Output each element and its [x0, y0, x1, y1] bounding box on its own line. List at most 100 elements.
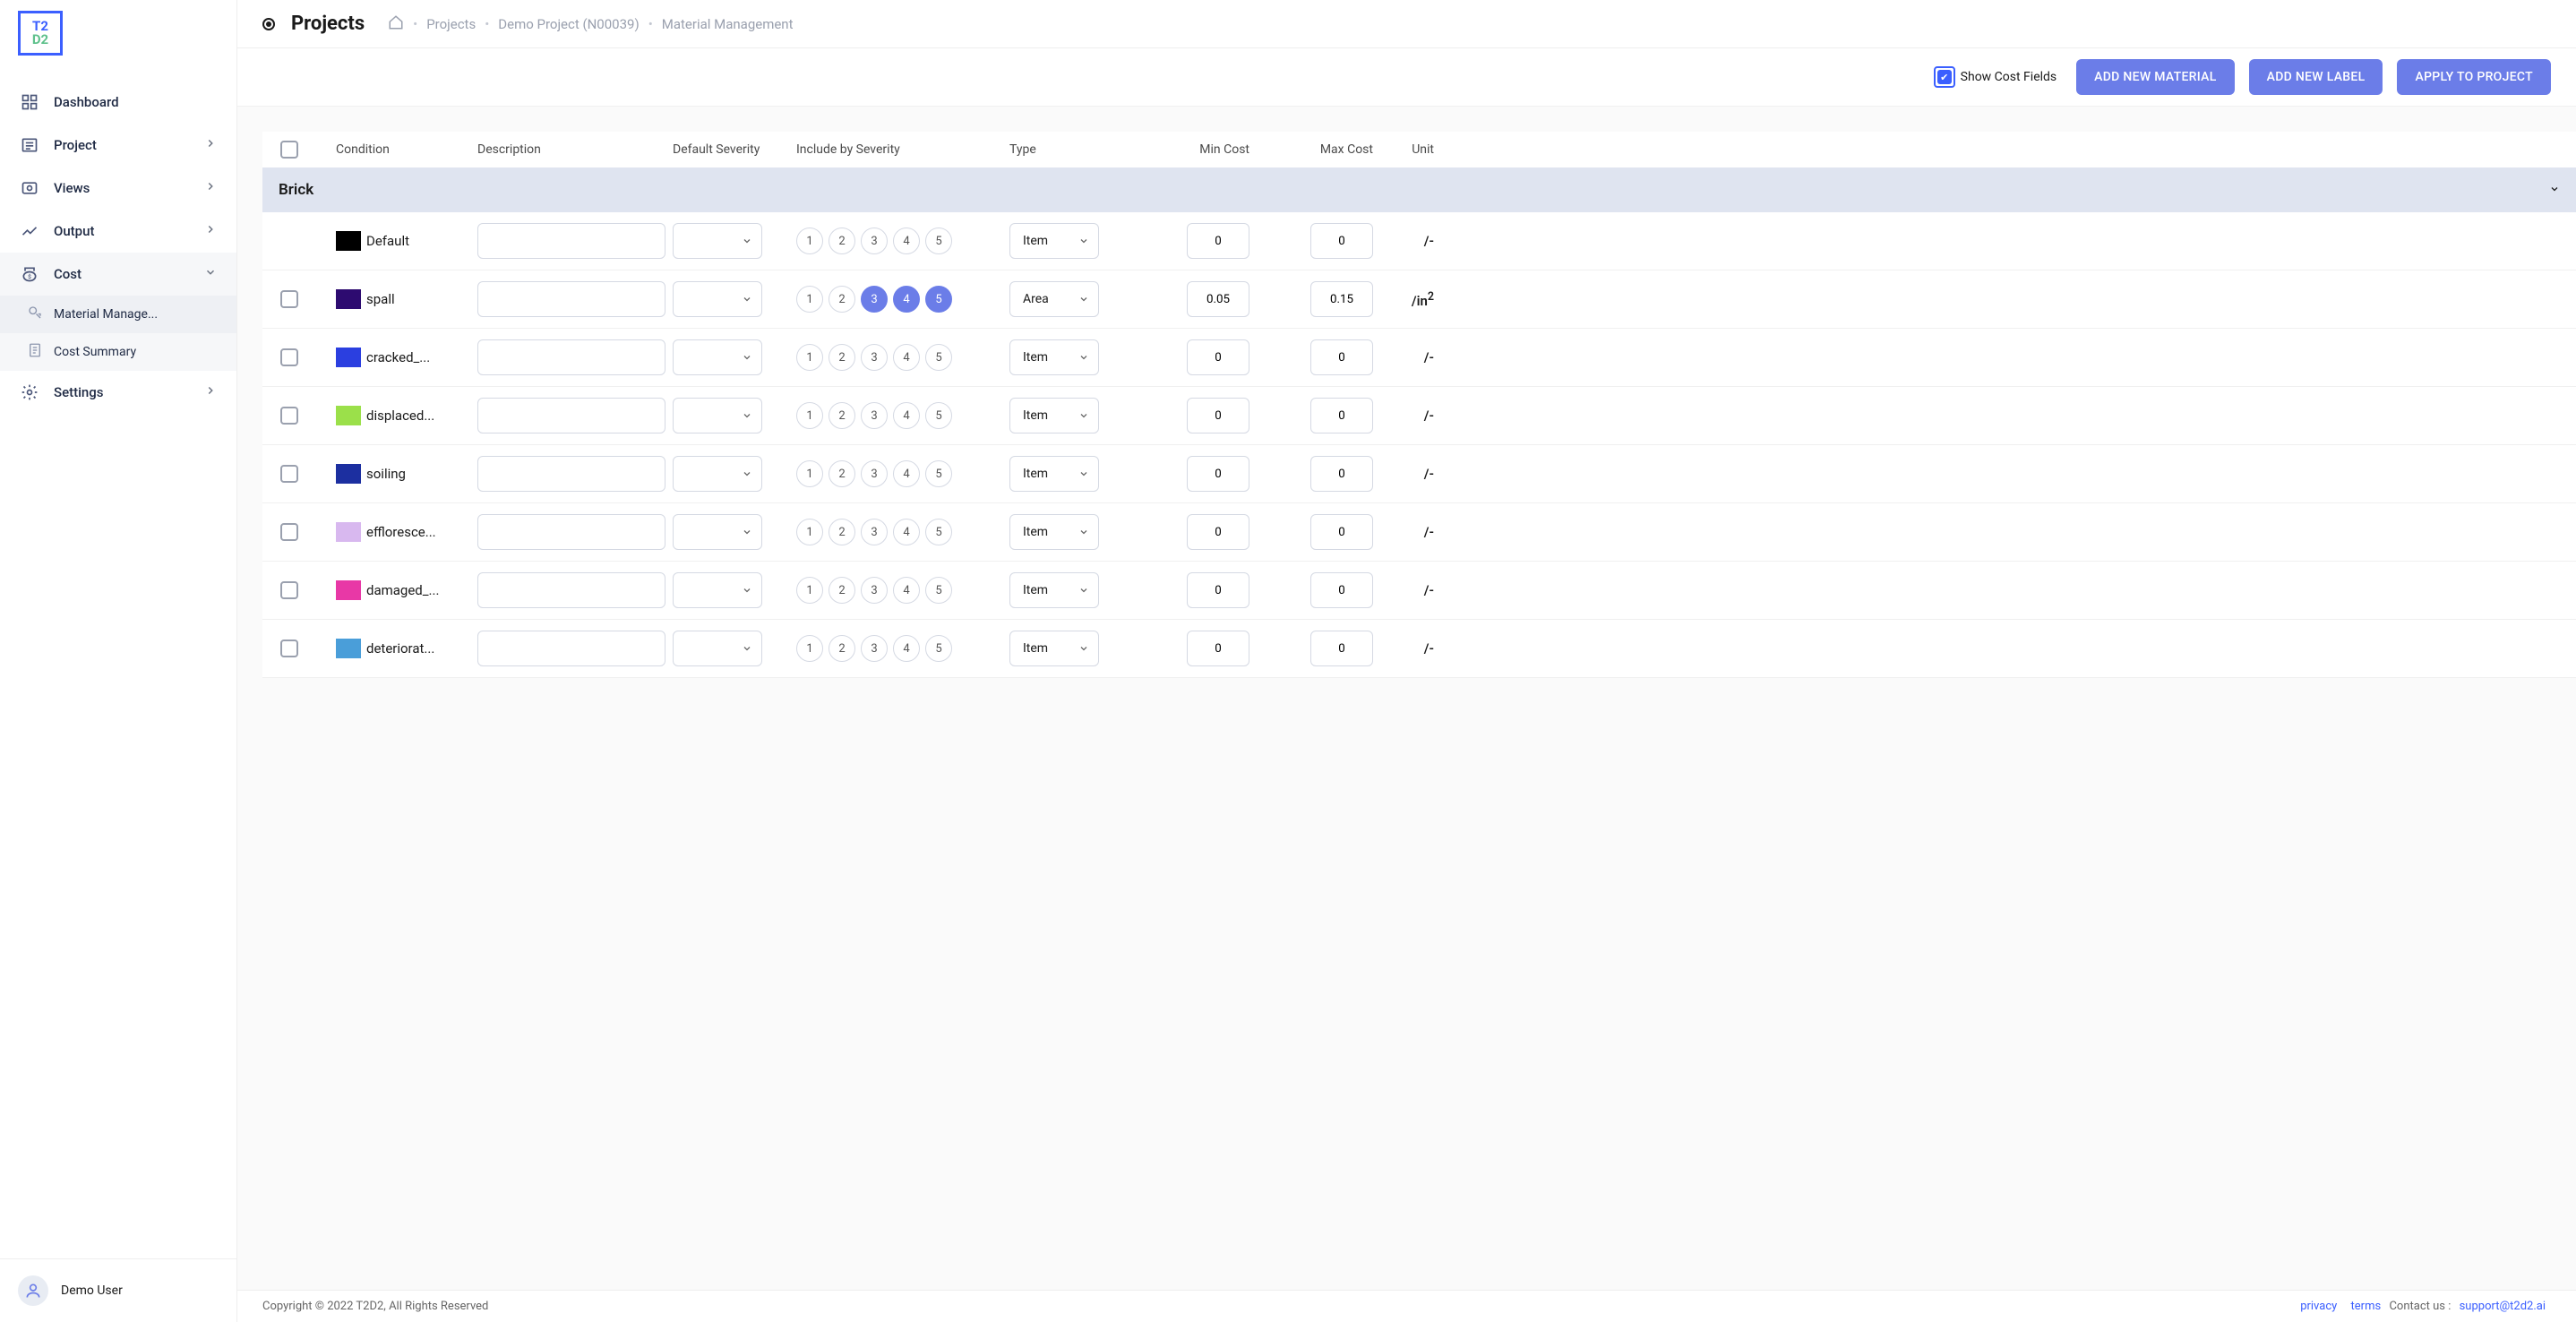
severity-pill-5[interactable]: 5 — [925, 577, 952, 604]
max-cost-input[interactable] — [1310, 514, 1373, 550]
nav-views[interactable]: Views — [0, 167, 236, 210]
severity-pill-2[interactable]: 2 — [829, 460, 855, 487]
severity-pill-5[interactable]: 5 — [925, 402, 952, 429]
min-cost-input[interactable] — [1187, 398, 1249, 434]
min-cost-input[interactable] — [1187, 339, 1249, 375]
home-icon[interactable] — [388, 14, 404, 34]
nav-cost-summary[interactable]: Cost Summary — [0, 333, 236, 371]
default-severity-select[interactable] — [673, 456, 762, 492]
add-material-button[interactable]: ADD NEW MATERIAL — [2076, 59, 2234, 95]
severity-pill-5[interactable]: 5 — [925, 286, 952, 313]
type-select[interactable]: Item — [1009, 631, 1099, 666]
min-cost-input[interactable] — [1187, 631, 1249, 666]
type-select[interactable]: Item — [1009, 339, 1099, 375]
severity-pill-2[interactable]: 2 — [829, 286, 855, 313]
severity-pill-4[interactable]: 4 — [893, 344, 920, 371]
severity-pill-2[interactable]: 2 — [829, 519, 855, 545]
crumb-demo[interactable]: Demo Project (N00039) — [498, 16, 639, 32]
description-input[interactable] — [477, 281, 665, 317]
severity-pill-3[interactable]: 3 — [861, 519, 888, 545]
type-select[interactable]: Item — [1009, 398, 1099, 434]
severity-pill-2[interactable]: 2 — [829, 344, 855, 371]
privacy-link[interactable]: privacy — [2300, 1300, 2337, 1313]
type-select[interactable]: Area — [1009, 281, 1099, 317]
add-label-button[interactable]: ADD NEW LABEL — [2249, 59, 2383, 95]
apply-button[interactable]: APPLY TO PROJECT — [2397, 59, 2551, 95]
default-severity-select[interactable] — [673, 339, 762, 375]
severity-pill-4[interactable]: 4 — [893, 286, 920, 313]
nav-material-management[interactable]: Material Manage... — [0, 296, 236, 333]
max-cost-input[interactable] — [1310, 281, 1373, 317]
severity-pill-3[interactable]: 3 — [861, 227, 888, 254]
description-input[interactable] — [477, 514, 665, 550]
min-cost-input[interactable] — [1187, 572, 1249, 608]
max-cost-input[interactable] — [1310, 398, 1373, 434]
severity-pill-5[interactable]: 5 — [925, 635, 952, 662]
row-checkbox[interactable] — [280, 348, 298, 366]
max-cost-input[interactable] — [1310, 631, 1373, 666]
max-cost-input[interactable] — [1310, 339, 1373, 375]
severity-pill-1[interactable]: 1 — [796, 402, 823, 429]
severity-pill-3[interactable]: 3 — [861, 402, 888, 429]
support-email[interactable]: support@t2d2.ai — [2460, 1300, 2546, 1313]
row-checkbox[interactable] — [280, 640, 298, 657]
severity-pill-2[interactable]: 2 — [829, 227, 855, 254]
default-severity-select[interactable] — [673, 514, 762, 550]
group-header[interactable]: Brick — [262, 167, 2576, 212]
type-select[interactable]: Item — [1009, 514, 1099, 550]
row-checkbox[interactable] — [280, 290, 298, 308]
severity-pill-5[interactable]: 5 — [925, 460, 952, 487]
severity-pill-5[interactable]: 5 — [925, 227, 952, 254]
severity-pill-1[interactable]: 1 — [796, 635, 823, 662]
max-cost-input[interactable] — [1310, 456, 1373, 492]
row-checkbox[interactable] — [280, 581, 298, 599]
severity-pill-5[interactable]: 5 — [925, 519, 952, 545]
description-input[interactable] — [477, 223, 665, 259]
severity-pill-2[interactable]: 2 — [829, 577, 855, 604]
logo[interactable]: T2 D2 — [0, 0, 236, 66]
severity-pill-2[interactable]: 2 — [829, 402, 855, 429]
row-checkbox[interactable] — [280, 465, 298, 483]
severity-pill-1[interactable]: 1 — [796, 577, 823, 604]
min-cost-input[interactable] — [1187, 456, 1249, 492]
severity-pill-1[interactable]: 1 — [796, 460, 823, 487]
terms-link[interactable]: terms — [2351, 1300, 2382, 1313]
select-all-checkbox[interactable] — [280, 141, 298, 159]
severity-pill-3[interactable]: 3 — [861, 460, 888, 487]
severity-pill-1[interactable]: 1 — [796, 344, 823, 371]
description-input[interactable] — [477, 631, 665, 666]
show-cost-toggle[interactable]: ✔ Show Cost Fields — [1934, 66, 2057, 88]
nav-output[interactable]: Output — [0, 210, 236, 253]
severity-pill-5[interactable]: 5 — [925, 344, 952, 371]
min-cost-input[interactable] — [1187, 514, 1249, 550]
description-input[interactable] — [477, 339, 665, 375]
description-input[interactable] — [477, 572, 665, 608]
severity-pill-1[interactable]: 1 — [796, 227, 823, 254]
nav-cost[interactable]: $ Cost — [0, 253, 236, 296]
severity-pill-4[interactable]: 4 — [893, 635, 920, 662]
severity-pill-2[interactable]: 2 — [829, 635, 855, 662]
default-severity-select[interactable] — [673, 281, 762, 317]
row-checkbox[interactable] — [280, 523, 298, 541]
severity-pill-1[interactable]: 1 — [796, 519, 823, 545]
severity-pill-4[interactable]: 4 — [893, 577, 920, 604]
severity-pill-3[interactable]: 3 — [861, 344, 888, 371]
crumb-projects[interactable]: Projects — [426, 16, 476, 32]
severity-pill-3[interactable]: 3 — [861, 577, 888, 604]
severity-pill-1[interactable]: 1 — [796, 286, 823, 313]
severity-pill-4[interactable]: 4 — [893, 460, 920, 487]
severity-pill-4[interactable]: 4 — [893, 227, 920, 254]
default-severity-select[interactable] — [673, 223, 762, 259]
type-select[interactable]: Item — [1009, 456, 1099, 492]
severity-pill-3[interactable]: 3 — [861, 286, 888, 313]
radio-icon[interactable] — [262, 18, 275, 30]
default-severity-select[interactable] — [673, 398, 762, 434]
default-severity-select[interactable] — [673, 572, 762, 608]
user-row[interactable]: Demo User — [0, 1258, 236, 1322]
row-checkbox[interactable] — [280, 407, 298, 425]
nav-dashboard[interactable]: Dashboard — [0, 81, 236, 124]
min-cost-input[interactable] — [1187, 281, 1249, 317]
severity-pill-3[interactable]: 3 — [861, 635, 888, 662]
nav-settings[interactable]: Settings — [0, 371, 236, 414]
type-select[interactable]: Item — [1009, 223, 1099, 259]
